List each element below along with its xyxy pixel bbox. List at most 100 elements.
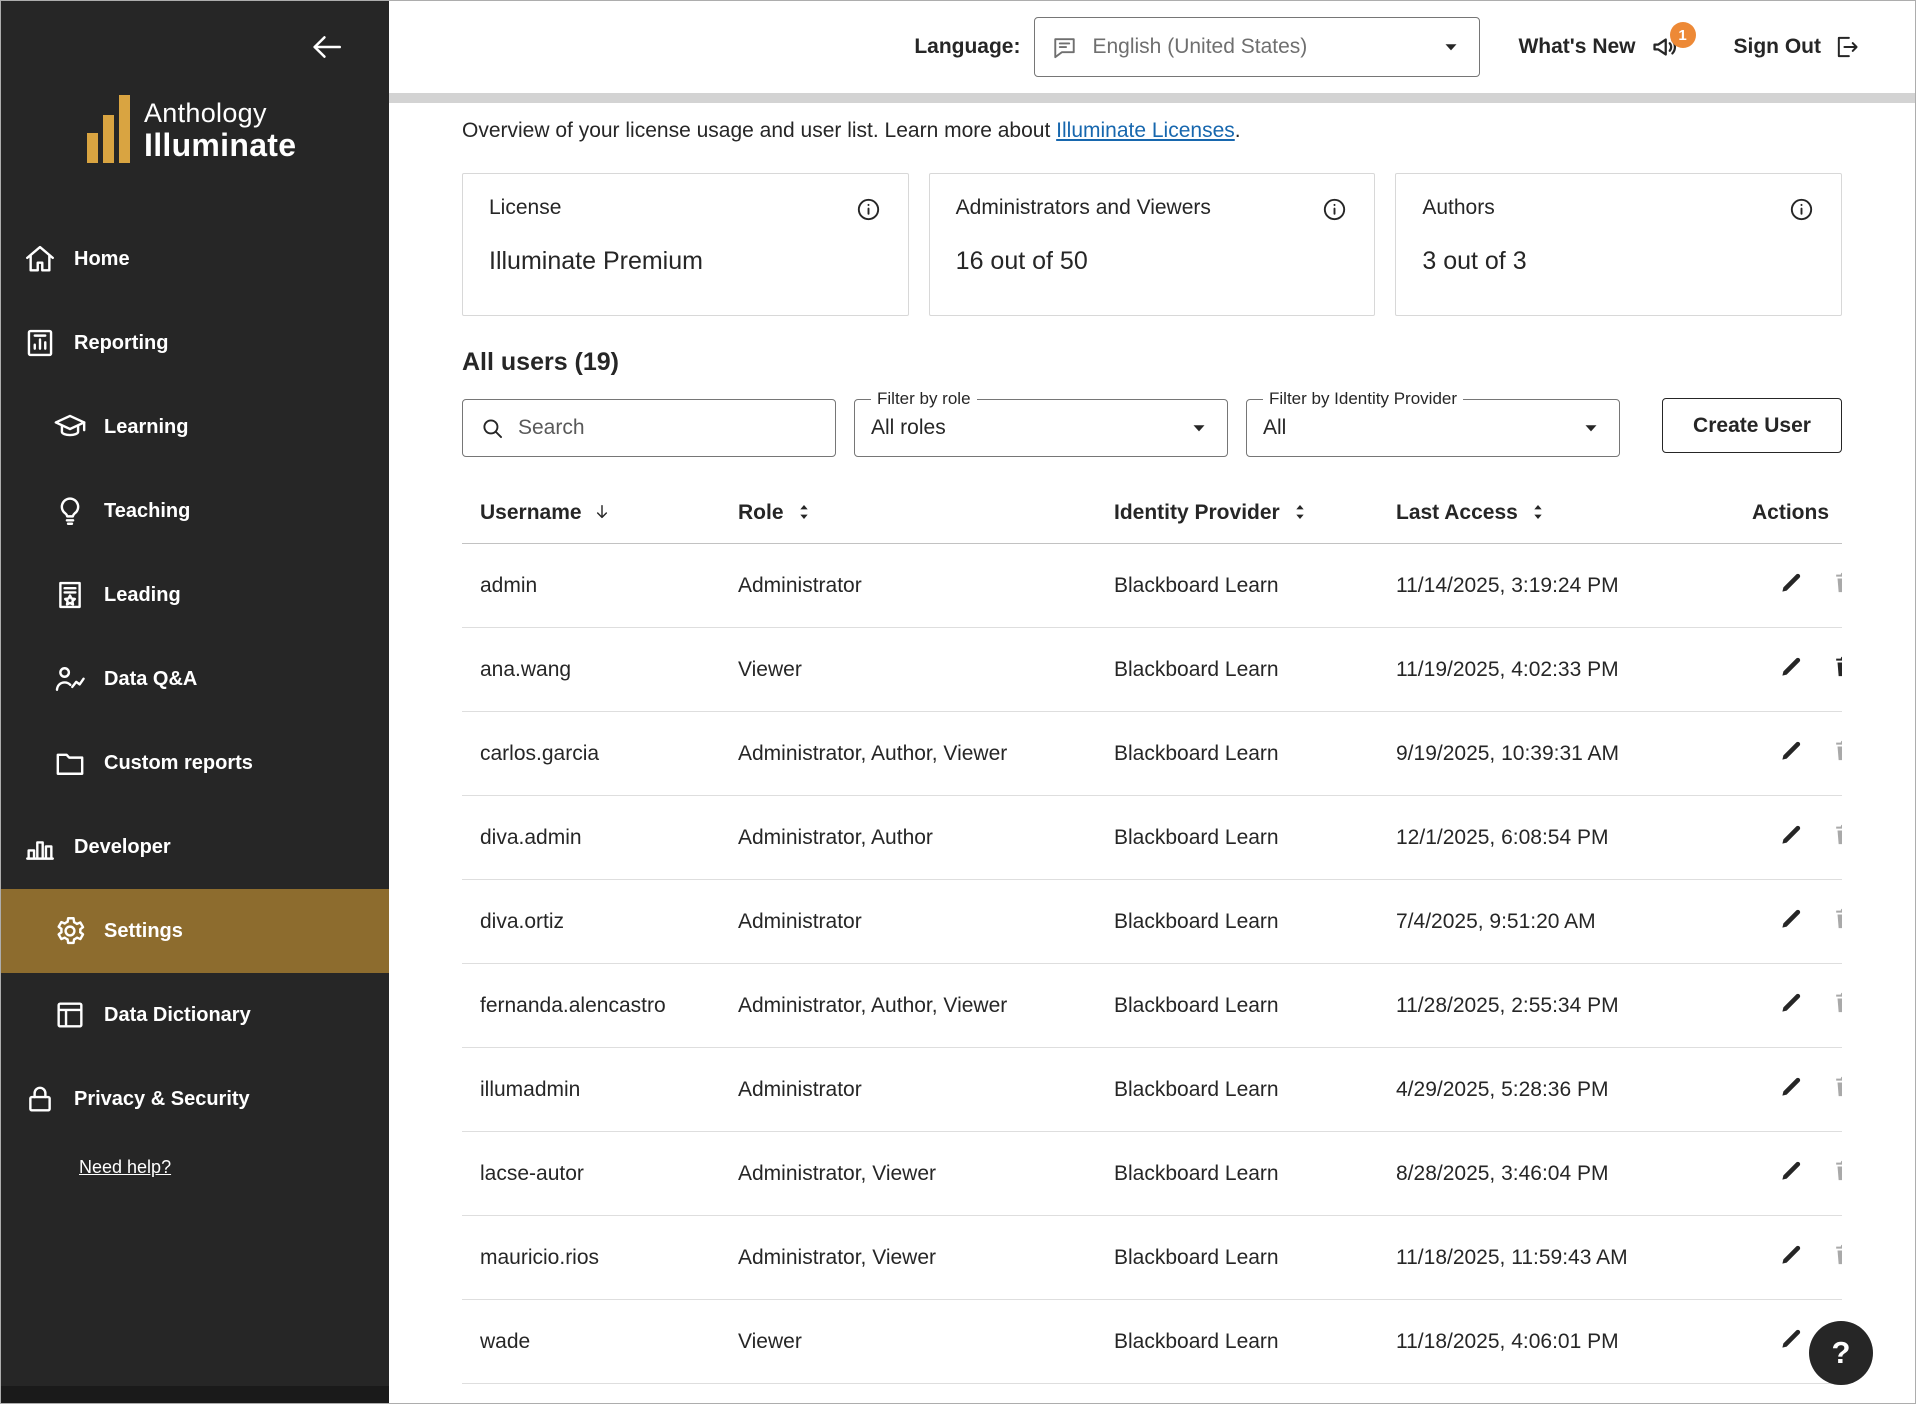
cell-username: admin xyxy=(462,544,730,628)
sidebar-item-data-qa[interactable]: Data Q&A xyxy=(1,637,389,721)
cell-last-access: 9/19/2025, 10:39:31 AM xyxy=(1388,712,1744,796)
cell-identity-provider: Blackboard Learn xyxy=(1106,1048,1388,1132)
notification-badge: 1 xyxy=(1670,22,1696,48)
sidebar-item-developer[interactable]: Developer xyxy=(1,805,389,889)
col-last-access[interactable]: Last Access xyxy=(1388,483,1744,544)
cell-identity-provider: Blackboard Learn xyxy=(1106,796,1388,880)
illuminate-licenses-link[interactable]: Illuminate Licenses xyxy=(1056,119,1235,142)
sidebar-item-label: Data Q&A xyxy=(104,668,197,691)
sidebar-item-label: Developer xyxy=(74,836,171,859)
edit-user-icon[interactable] xyxy=(1778,1157,1805,1184)
cell-actions xyxy=(1744,628,1842,712)
filter-idp-select[interactable]: Filter by Identity Provider All xyxy=(1246,389,1620,457)
col-actions: Actions xyxy=(1744,483,1842,544)
language-icon xyxy=(1051,34,1078,61)
home-icon xyxy=(23,242,57,276)
cell-last-access: 7/4/2025, 9:51:20 AM xyxy=(1388,880,1744,964)
sidebar-item-custom-reports[interactable]: Custom reports xyxy=(1,721,389,805)
search-input[interactable] xyxy=(518,416,819,440)
users-table-body: adminAdministratorBlackboard Learn11/14/… xyxy=(462,544,1842,1384)
col-username[interactable]: Username xyxy=(462,483,730,544)
brand-line1: Anthology xyxy=(144,99,296,128)
edit-user-icon[interactable] xyxy=(1778,821,1805,848)
caret-down-icon xyxy=(1439,35,1463,59)
sidebar-item-label: Settings xyxy=(104,920,183,943)
delete-user-icon xyxy=(1831,989,1842,1016)
license-cards: LicenseIlluminate Premium Administrators … xyxy=(462,173,1842,316)
language-label: Language: xyxy=(914,35,1020,59)
user-row-mauricio.rios: mauricio.riosAdministrator, ViewerBlackb… xyxy=(462,1216,1842,1300)
filter-role-select[interactable]: Filter by role All roles xyxy=(854,389,1228,457)
edit-user-icon[interactable] xyxy=(1778,653,1805,680)
scroll-divider xyxy=(389,93,1915,103)
leading-icon xyxy=(53,578,87,612)
cell-last-access: 8/28/2025, 3:46:04 PM xyxy=(1388,1132,1744,1216)
cell-identity-provider: Blackboard Learn xyxy=(1106,628,1388,712)
cell-last-access: 11/18/2025, 11:59:43 AM xyxy=(1388,1216,1744,1300)
info-icon[interactable] xyxy=(1788,196,1815,223)
edit-user-icon[interactable] xyxy=(1778,1325,1805,1352)
create-user-button[interactable]: Create User xyxy=(1662,398,1842,453)
cell-identity-provider: Blackboard Learn xyxy=(1106,880,1388,964)
sidebar-item-label: Custom reports xyxy=(104,752,253,775)
anthology-logo-icon xyxy=(87,95,130,163)
cell-actions xyxy=(1744,712,1842,796)
users-table: Username Role Identity Provider Last Acc… xyxy=(462,483,1842,1384)
card-license: LicenseIlluminate Premium xyxy=(462,173,909,316)
col-role[interactable]: Role xyxy=(730,483,1106,544)
data-qa-icon xyxy=(53,662,87,696)
delete-user-icon[interactable] xyxy=(1831,653,1842,680)
table-header-row: Username Role Identity Provider Last Acc… xyxy=(462,483,1842,544)
sidebar-item-settings[interactable]: Settings xyxy=(1,889,389,973)
sidebar-item-label: Data Dictionary xyxy=(104,1004,251,1027)
whats-new-button[interactable]: What's New 1 xyxy=(1518,31,1695,63)
sidebar-item-label: Leading xyxy=(104,584,181,607)
info-icon[interactable] xyxy=(1321,196,1348,223)
edit-user-icon[interactable] xyxy=(1778,737,1805,764)
cell-actions xyxy=(1744,964,1842,1048)
need-help-link[interactable]: Need help? xyxy=(79,1157,389,1178)
sidebar-nav: Home Reporting LearningTeaching Leading Data… xyxy=(1,217,389,1141)
card-authors: Authors3 out of 3 xyxy=(1395,173,1842,316)
sidebar-item-leading[interactable]: Leading xyxy=(1,553,389,637)
sidebar-item-privacy-security[interactable]: Privacy & Security xyxy=(1,1057,389,1141)
col-identity-provider[interactable]: Identity Provider xyxy=(1106,483,1388,544)
sidebar-item-home[interactable]: Home xyxy=(1,217,389,301)
sidebar-header xyxy=(1,1,389,93)
info-icon[interactable] xyxy=(855,196,882,223)
cell-identity-provider: Blackboard Learn xyxy=(1106,1300,1388,1384)
sidebar-item-teaching[interactable]: Teaching xyxy=(1,469,389,553)
edit-user-icon[interactable] xyxy=(1778,1073,1805,1100)
cell-identity-provider: Blackboard Learn xyxy=(1106,964,1388,1048)
edit-user-icon[interactable] xyxy=(1778,989,1805,1016)
cell-username: wade xyxy=(462,1300,730,1384)
sign-out-button[interactable]: Sign Out xyxy=(1734,33,1862,61)
cell-identity-provider: Blackboard Learn xyxy=(1106,712,1388,796)
cell-last-access: 11/19/2025, 4:02:33 PM xyxy=(1388,628,1744,712)
edit-user-icon[interactable] xyxy=(1778,569,1805,596)
cell-username: carlos.garcia xyxy=(462,712,730,796)
cell-role: Administrator, Viewer xyxy=(730,1132,1106,1216)
help-button[interactable]: ? xyxy=(1809,1321,1873,1385)
cell-role: Administrator xyxy=(730,1048,1106,1132)
cell-actions xyxy=(1744,1048,1842,1132)
edit-user-icon[interactable] xyxy=(1778,905,1805,932)
sidebar-item-learning[interactable]: Learning xyxy=(1,385,389,469)
cell-role: Administrator, Author xyxy=(730,796,1106,880)
cell-username: mauricio.rios xyxy=(462,1216,730,1300)
user-row-ana.wang: ana.wangViewerBlackboard Learn11/19/2025… xyxy=(462,628,1842,712)
cell-last-access: 11/28/2025, 2:55:34 PM xyxy=(1388,964,1744,1048)
sidebar-item-label: Reporting xyxy=(74,332,168,355)
filter-role-label: Filter by role xyxy=(871,389,977,409)
settings-gear-icon xyxy=(53,914,87,948)
edit-user-icon[interactable] xyxy=(1778,1241,1805,1268)
filter-idp-label: Filter by Identity Provider xyxy=(1263,389,1463,409)
cell-username: ana.wang xyxy=(462,628,730,712)
sidebar-collapse-button[interactable] xyxy=(309,29,345,65)
sidebar-item-data-dictionary[interactable]: Data Dictionary xyxy=(1,973,389,1057)
cell-role: Administrator, Author, Viewer xyxy=(730,964,1106,1048)
card-title: Administrators and Viewers xyxy=(956,196,1211,220)
language-select[interactable]: English (United States) xyxy=(1034,17,1480,77)
delete-user-icon xyxy=(1831,569,1842,596)
sidebar-item-reporting[interactable]: Reporting xyxy=(1,301,389,385)
